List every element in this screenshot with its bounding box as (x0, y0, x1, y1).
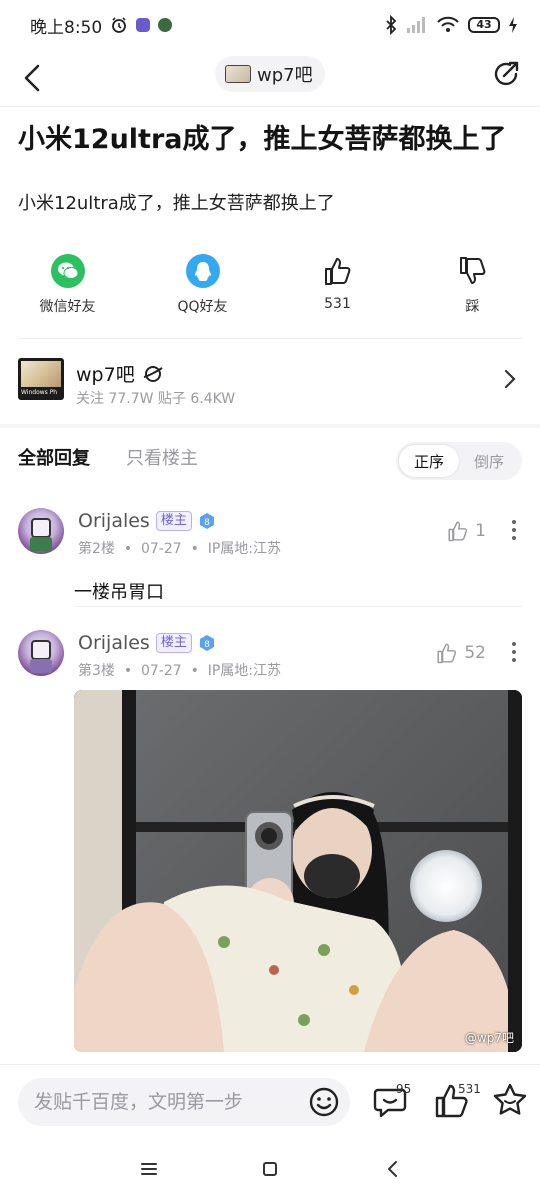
comment-count: 95 (396, 1082, 412, 1096)
svg-text:8: 8 (204, 518, 210, 528)
forum-pill[interactable]: wp7吧 (215, 56, 325, 92)
charging-icon (509, 17, 517, 33)
sort-desc-button[interactable]: 倒序 (459, 445, 519, 477)
more-icon[interactable] (510, 640, 518, 664)
reply-input[interactable] (34, 1078, 304, 1126)
reply-date: 07-27 (140, 541, 182, 557)
reply-user: Orijales 楼主 8 (78, 510, 216, 532)
ip-location: IP属地:江苏 (207, 663, 282, 679)
wechat-icon (50, 254, 85, 288)
forum-name-text: wp7吧 (76, 364, 135, 386)
ip-location: IP属地:江苏 (207, 541, 282, 557)
thumbs-up-icon (448, 521, 468, 542)
status-left: 晚上8:50 (30, 13, 173, 38)
thumbs-down-icon (456, 254, 490, 288)
forum-thumbnail: Windows Ph (18, 358, 64, 400)
username[interactable]: Orijales (78, 510, 150, 532)
thumbs-up-icon (437, 643, 457, 664)
sort-asc-button[interactable]: 正序 (399, 445, 459, 477)
section-separator (0, 424, 540, 428)
actions-divider (18, 338, 522, 339)
post-actions: 微信好友 QQ好友 531 踩 (0, 254, 540, 324)
signal-icon (407, 17, 425, 33)
reply-like-button[interactable]: 1 (447, 520, 486, 542)
like-count: 531 (324, 296, 351, 312)
back-nav-icon[interactable] (382, 1158, 404, 1180)
bottom-like-count: 531 (458, 1082, 481, 1096)
back-icon[interactable] (18, 60, 48, 96)
reply-meta: 第2楼 • 07-27 • IP属地:江苏 (78, 541, 282, 557)
forum-thumb-text: Windows Ph (21, 389, 58, 396)
forum-logo-icon (225, 65, 251, 83)
qq-icon (185, 254, 220, 288)
svg-text:8: 8 (204, 640, 210, 650)
home-icon[interactable] (259, 1158, 281, 1180)
bluetooth-icon (386, 15, 397, 35)
reply-like-count: 52 (464, 643, 486, 663)
nav-divider (0, 106, 540, 107)
post-body: 小米12ultra成了，推上女菩萨都换上了 (18, 193, 335, 214)
floor-number: 第2楼 (78, 541, 115, 557)
planet-icon (143, 365, 163, 382)
tab-all-replies[interactable]: 全部回复 (18, 444, 90, 470)
reply-photo[interactable]: @wp7吧 (74, 690, 522, 1052)
reply-like-count: 1 (475, 521, 486, 541)
dislike-button[interactable]: 踩 (405, 254, 540, 324)
status-right: 43 (384, 15, 518, 35)
op-badge: 楼主 (155, 511, 192, 531)
system-nav-bar (0, 1140, 540, 1200)
tab-op-only[interactable]: 只看楼主 (126, 444, 198, 470)
level-badge-icon: 8 (199, 635, 214, 651)
username[interactable]: Orijales (78, 632, 150, 654)
bottom-bar-divider (0, 1064, 540, 1065)
reply-date: 07-27 (140, 663, 182, 679)
chevron-right-icon[interactable] (502, 368, 518, 390)
reply-text: 一楼吊胃口 (74, 582, 164, 603)
reply-tabs: 全部回复 只看楼主 正序 倒序 (18, 440, 522, 480)
more-icon[interactable] (510, 518, 518, 542)
reply-item: Orijales 楼主 8 第2楼 • 07-27 • IP属地:江苏 1 一楼… (18, 508, 522, 608)
reply-meta: 第3楼 • 07-27 • IP属地:江苏 (78, 663, 282, 679)
top-nav: wp7吧 (0, 50, 540, 106)
thumbs-up-icon (321, 254, 355, 288)
post-title: 小米12ultra成了，推上女菩萨都换上了 (18, 124, 507, 155)
emoji-icon[interactable] (308, 1086, 340, 1118)
action-label-wechat: 微信好友 (39, 299, 96, 315)
avatar[interactable] (18, 508, 64, 554)
dislike-label: 踩 (465, 299, 480, 315)
avatar[interactable] (18, 630, 64, 676)
reply-item: Orijales 楼主 8 第3楼 • 07-27 • IP属地:江苏 52 (18, 630, 522, 680)
level-badge-icon: 8 (199, 513, 214, 529)
star-icon[interactable] (490, 1080, 530, 1120)
forum-name: wp7吧 (76, 360, 163, 387)
forum-stats: 关注 77.7W 贴子 6.4KW (76, 391, 236, 407)
wifi-icon (437, 16, 459, 32)
status-time: 晚上8:50 (30, 17, 103, 38)
reply-input-box[interactable] (18, 1078, 350, 1126)
bottom-bar: 95 531 (0, 1066, 540, 1136)
like-button[interactable]: 531 (270, 254, 405, 324)
share-wechat-button[interactable]: 微信好友 (0, 254, 135, 324)
forum-pill-name: wp7吧 (257, 65, 313, 86)
menu-icon[interactable] (138, 1158, 160, 1180)
reply-like-button[interactable]: 52 (436, 642, 486, 664)
reply-divider (74, 606, 522, 607)
share-qq-button[interactable]: QQ好友 (135, 254, 270, 324)
op-badge: 楼主 (155, 633, 192, 653)
share-icon[interactable] (490, 58, 522, 90)
app-notification-icon-2 (158, 18, 173, 32)
forum-card[interactable]: Windows Ph wp7吧 关注 77.7W 贴子 6.4KW (18, 352, 522, 410)
sort-toggle: 正序 倒序 (396, 442, 522, 480)
reply-user: Orijales 楼主 8 (78, 632, 216, 654)
photo-illustration (74, 690, 522, 1052)
photo-watermark: @wp7吧 (464, 1031, 514, 1045)
floor-number: 第3楼 (78, 663, 115, 679)
battery-indicator: 43 (468, 17, 500, 33)
app-notification-icon (136, 18, 151, 32)
action-label-qq: QQ好友 (177, 299, 228, 315)
alarm-icon (112, 17, 127, 33)
status-bar: 晚上8:50 43 (0, 0, 540, 50)
